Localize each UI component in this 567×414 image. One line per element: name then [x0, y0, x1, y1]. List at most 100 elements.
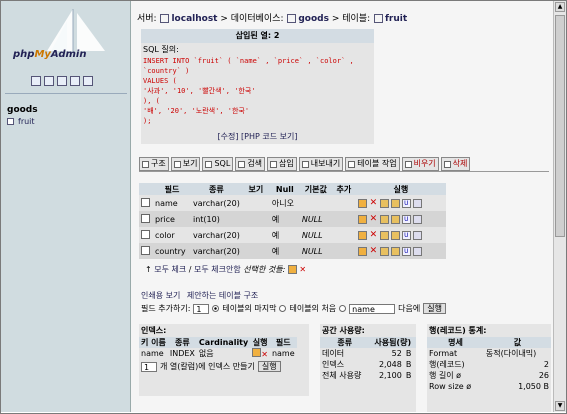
add-field-count[interactable]: 1	[193, 303, 210, 314]
database-name[interactable]: goods	[7, 105, 38, 115]
tab-insert[interactable]: 삽입	[267, 157, 297, 171]
rows-inserted-header: 삽입된 열: 2	[141, 29, 374, 43]
sql-icon	[205, 160, 213, 168]
scroll-down-icon[interactable]: ▼	[555, 401, 565, 411]
space-usage-box: 공간 사용량: 종류 사용됨(량) 데이터 52 B 인덱스 2,048 B 전체 사용량…	[320, 324, 416, 412]
create-index-row: 1 개 열(칼럼)에 인덱스 만들기 실행	[139, 359, 309, 374]
row-checkbox[interactable]	[141, 245, 150, 255]
create-index-button[interactable]: 실행	[257, 361, 281, 372]
tab-empty[interactable]: 비우기	[401, 157, 439, 171]
index-column-count[interactable]: 1	[141, 361, 157, 372]
structure-table: 필드 종류 보기 Null 기본값 추가 실행 name varchar(20)…	[139, 183, 446, 259]
edit-icon[interactable]	[357, 246, 367, 256]
table-row: 인덱스 2,048 B	[322, 360, 412, 369]
unique-icon[interactable]: U	[401, 198, 411, 208]
edit-index-icon[interactable]	[252, 348, 262, 357]
edit-icon[interactable]	[357, 198, 367, 208]
delete-icon[interactable]: ✕	[369, 246, 378, 256]
database-link[interactable]: goods	[298, 14, 329, 24]
unique-icon[interactable]: U	[401, 246, 411, 256]
tab-browse[interactable]: 보기	[170, 157, 201, 171]
primary-key-icon[interactable]	[379, 198, 389, 208]
table-icon	[7, 118, 14, 125]
tab-drop[interactable]: 삭제	[440, 157, 471, 171]
index-icon[interactable]	[390, 198, 400, 208]
home-icon[interactable]	[31, 76, 41, 86]
primary-key-icon[interactable]	[379, 214, 389, 224]
check-all-link[interactable]: 모두 체크	[154, 265, 186, 274]
table-row: name varchar(20) 아니오 ✕ U	[139, 195, 446, 211]
fulltext-icon[interactable]	[412, 198, 422, 208]
delete-index-icon[interactable]: ✕	[261, 350, 268, 359]
tab-export[interactable]: 내보내기	[298, 157, 344, 171]
uncheck-all-link[interactable]: 모두 체크안함	[194, 265, 241, 274]
after-column-select[interactable]: name	[349, 303, 396, 314]
selection-bar: ↑ 모두 체크 / 모두 체크안함 선택한 것들: ✕	[145, 265, 307, 274]
unique-icon[interactable]: U	[401, 230, 411, 240]
propose-structure-link[interactable]: 제안하는 테이블 구조	[187, 291, 258, 300]
primary-key-icon[interactable]	[379, 230, 389, 240]
edit-query-link[interactable]: [수정]	[218, 132, 239, 141]
print-view-link[interactable]: 인쇄용 보기	[141, 291, 180, 300]
vertical-scrollbar[interactable]: ▲ ▼	[553, 1, 566, 412]
sql-query: SQL 질의: INSERT INTO `fruit` ( `name` , `…	[143, 45, 354, 125]
unique-icon[interactable]: U	[401, 214, 411, 224]
add-field-form: 필드 추가하기: 1 테이블의 마지막 테이블의 처음 name 다음에 실행	[141, 303, 446, 314]
table-link[interactable]: fruit	[385, 14, 407, 24]
primary-key-icon[interactable]	[379, 246, 389, 256]
breadcrumb: 서버: localhost > 데이터베이스: goods > 테이블: fru…	[137, 14, 408, 24]
sql-icon[interactable]	[57, 76, 67, 86]
fulltext-icon[interactable]	[412, 246, 422, 256]
table-header: 필드 종류 보기 Null 기본값 추가 실행	[139, 183, 446, 195]
empty-icon	[404, 160, 412, 168]
mysql-docs-icon[interactable]	[83, 76, 93, 86]
at-begin-radio[interactable]	[279, 305, 287, 312]
index-icon[interactable]	[390, 230, 400, 240]
row-checkbox[interactable]	[141, 229, 150, 239]
delete-icon[interactable]: ✕	[369, 230, 378, 240]
query-links: [수정] [PHP 코드 보기]	[141, 131, 374, 142]
row-stats-table: 명세 값 Format 동적(다이내믹) 행(레코드) 2 행 길이 ø 26 Row …	[427, 337, 551, 391]
tab-structure[interactable]: 구조	[139, 157, 169, 171]
tab-operations[interactable]: 테이블 작업	[345, 157, 400, 171]
row-checkbox[interactable]	[141, 213, 150, 223]
database-icon	[287, 14, 297, 23]
tab-search[interactable]: 검색	[235, 157, 266, 171]
row-checkbox[interactable]	[141, 197, 150, 207]
go-button[interactable]: 실행	[423, 303, 446, 314]
scroll-up-icon[interactable]: ▲	[555, 2, 565, 12]
table-row: name INDEX 없음 ✕ name	[141, 348, 295, 359]
delete-icon[interactable]: ✕	[369, 214, 378, 224]
main-panel: 서버: localhost > 데이터베이스: goods > 테이블: fru…	[131, 1, 553, 412]
delete-icon[interactable]: ✕	[369, 198, 378, 208]
table-row: color varchar(20) 예 NULL ✕ U	[139, 227, 446, 243]
index-icon[interactable]	[390, 246, 400, 256]
arrow-up-icon: ↑	[145, 265, 152, 274]
at-end-radio[interactable]	[212, 305, 220, 312]
export-icon	[301, 160, 309, 168]
tab-sql[interactable]: SQL	[202, 157, 234, 171]
edit-icon[interactable]	[357, 214, 367, 224]
scroll-thumb[interactable]	[555, 15, 565, 237]
indexes-table: 키 이름 종류 Cardinality 실행 필드 name INDEX 없음 …	[139, 337, 297, 359]
server-link[interactable]: localhost	[171, 14, 217, 24]
table-row: price int(10) 예 NULL ✕ U	[139, 211, 446, 227]
table-row: Row size ø 1,050 B	[429, 382, 549, 391]
logo-text: phpMyAdmin	[13, 49, 87, 60]
index-icon[interactable]	[390, 214, 400, 224]
edit-icon[interactable]	[357, 230, 367, 240]
php-code-link[interactable]: [PHP 코드 보기]	[241, 132, 297, 141]
fulltext-icon[interactable]	[412, 230, 422, 240]
table-row: 데이터 52 B	[322, 349, 412, 358]
delete-selected-icon[interactable]: ✕	[299, 265, 306, 274]
table-icon	[374, 14, 383, 23]
after-col-radio[interactable]	[339, 305, 347, 312]
edit-selected-icon[interactable]	[287, 265, 297, 274]
fulltext-icon[interactable]	[412, 214, 422, 224]
table-link[interactable]: fruit	[7, 117, 35, 126]
query-window-icon[interactable]	[44, 76, 54, 86]
table-row: 행 길이 ø 26	[429, 371, 549, 380]
table-row: 전체 사용량 2,100 B	[322, 371, 412, 380]
docs-icon[interactable]	[70, 76, 80, 86]
space-usage-table: 종류 사용됨(량) 데이터 52 B 인덱스 2,048 B 전체 사용량 2,100 B	[320, 337, 416, 381]
